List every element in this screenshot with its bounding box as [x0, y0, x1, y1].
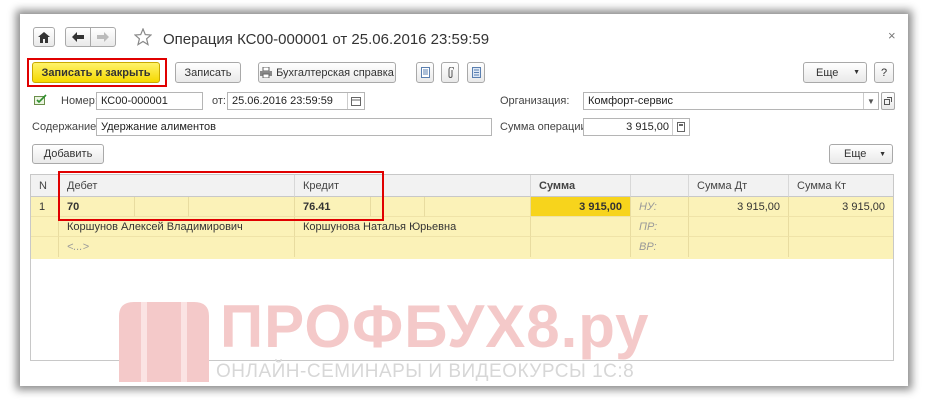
save-and-close-button[interactable]: Записать и закрыть — [32, 62, 160, 83]
row-number-blank — [31, 237, 59, 257]
content-field[interactable]: Удержание алиментов — [96, 118, 492, 136]
sum-blank — [531, 237, 631, 257]
calendar-icon[interactable] — [347, 93, 364, 109]
accounting-report-label: Бухгалтерская справка — [276, 66, 394, 79]
row-number: 1 — [31, 197, 59, 217]
document-button[interactable] — [416, 62, 434, 83]
sum-cell[interactable]: 3 915,00 — [531, 197, 631, 217]
debet-sub2-cell[interactable] — [189, 197, 295, 217]
vr-kt-cell[interactable] — [789, 237, 893, 257]
organization-value: Комфорт-сервис — [588, 95, 674, 107]
favorite-star-icon[interactable] — [133, 27, 153, 49]
more-label: Еще — [816, 66, 839, 79]
document-window: Операция КС00-000001 от 25.06.2016 23:59… — [20, 14, 908, 386]
window-title: Операция КС00-000001 от 25.06.2016 23:59… — [163, 31, 490, 48]
credit-account[interactable]: 76.41 — [295, 197, 371, 217]
row-number-blank — [31, 217, 59, 237]
column-header-n[interactable]: N — [31, 175, 59, 197]
home-button[interactable] — [33, 27, 55, 47]
column-header-blank — [631, 175, 689, 197]
close-icon[interactable]: × — [888, 28, 896, 43]
chevron-down-icon: ▼ — [879, 150, 886, 158]
pr-kt-cell[interactable] — [789, 217, 893, 237]
printer-icon — [260, 67, 273, 78]
date-field[interactable]: 25.06.2016 23:59:59 — [227, 92, 365, 110]
number-field[interactable]: КС00-000001 — [96, 92, 203, 110]
arrow-right-icon — [97, 32, 109, 42]
table-more-label: Еще — [844, 148, 867, 160]
accounting-report-button[interactable]: Бухгалтерская справка — [258, 62, 396, 83]
back-button[interactable] — [65, 27, 91, 47]
forward-button[interactable] — [90, 27, 116, 47]
operation-sum-field[interactable]: 3 915,00 — [583, 118, 690, 136]
watermark-logo-icon — [114, 294, 214, 386]
operation-sum-label: Сумма операции: — [500, 121, 590, 133]
nu-label: НУ: — [631, 197, 689, 217]
number-label: Номер: — [61, 95, 98, 107]
organization-field[interactable]: Комфорт-сервис ▼ — [583, 92, 879, 110]
table-more-button[interactable]: Еще ▼ — [829, 144, 893, 164]
open-icon — [884, 97, 892, 105]
pr-dt-cell[interactable] — [689, 217, 789, 237]
column-header-sum[interactable]: Сумма — [531, 175, 631, 197]
sum-dt-cell[interactable]: 3 915,00 — [689, 197, 789, 217]
debet-subconto-2[interactable]: <...> — [59, 237, 295, 257]
list-icon — [471, 67, 481, 78]
sum-blank — [531, 217, 631, 237]
pr-label: ПР: — [631, 217, 689, 237]
arrow-left-icon — [72, 32, 84, 42]
chevron-down-icon: ▼ — [853, 69, 860, 76]
date-label: от: — [212, 95, 226, 107]
vr-label: ВР: — [631, 237, 689, 257]
credit-subconto[interactable]: Коршунова Наталья Юрьевна — [295, 217, 531, 237]
column-header-credit[interactable]: Кредит — [295, 175, 531, 197]
column-header-sum-dt[interactable]: Сумма Дт — [689, 175, 789, 197]
more-button[interactable]: Еще ▼ — [803, 62, 867, 83]
document-icon — [420, 67, 430, 78]
vr-dt-cell[interactable] — [689, 237, 789, 257]
column-header-sum-kt[interactable]: Сумма Кт — [789, 175, 893, 197]
table-row[interactable]: 1 70 76.41 3 915,00 НУ: 3 915,00 3 915,0… — [31, 197, 893, 259]
column-header-debet[interactable]: Дебет — [59, 175, 295, 197]
attachment-button[interactable] — [441, 62, 459, 83]
chevron-down-icon[interactable]: ▼ — [863, 93, 878, 109]
list-button[interactable] — [467, 62, 485, 83]
watermark-tagline: ОНЛАЙН-СЕМИНАРЫ И ВИДЕОКУРСЫ 1С:8 — [216, 361, 635, 382]
sum-kt-cell[interactable]: 3 915,00 — [789, 197, 893, 217]
credit-sub2-cell[interactable] — [425, 197, 531, 217]
home-icon — [38, 31, 50, 43]
add-row-button[interactable]: Добавить — [32, 144, 104, 164]
content-label: Содержание: — [32, 121, 100, 133]
organization-label: Организация: — [500, 95, 570, 107]
debet-sub1-cell[interactable] — [135, 197, 189, 217]
debet-subconto[interactable]: Коршунов Алексей Владимирович — [59, 217, 295, 237]
debet-account[interactable]: 70 — [59, 197, 135, 217]
watermark-brand: ПРОФБУХ8.ру — [220, 293, 650, 360]
help-button[interactable]: ? — [874, 62, 894, 83]
save-button[interactable]: Записать — [175, 62, 241, 83]
credit-subconto-2[interactable] — [295, 237, 531, 257]
paperclip-icon — [448, 66, 454, 78]
credit-sub1-cell[interactable] — [371, 197, 425, 217]
operation-sum-value: 3 915,00 — [626, 121, 669, 133]
posted-status-icon — [34, 94, 47, 109]
date-value: 25.06.2016 23:59:59 — [232, 95, 333, 107]
calculator-icon[interactable] — [672, 119, 689, 135]
open-organization-button[interactable] — [881, 92, 895, 110]
